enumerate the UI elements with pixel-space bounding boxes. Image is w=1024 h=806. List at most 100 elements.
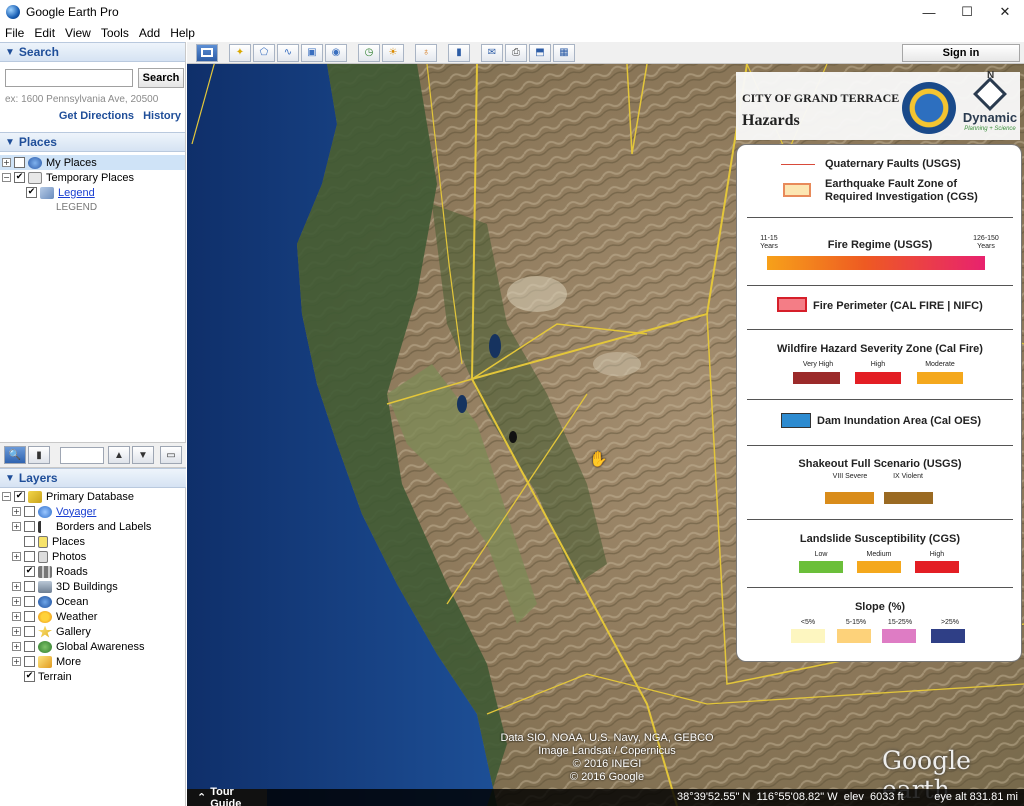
- voyager-link[interactable]: Voyager: [56, 506, 96, 518]
- menu-tools[interactable]: Tools: [96, 26, 134, 40]
- tour-guide-button[interactable]: ⌃ Tour Guide: [187, 786, 267, 806]
- checkbox[interactable]: [24, 656, 35, 667]
- expand-icon[interactable]: +: [12, 612, 21, 621]
- menu-file[interactable]: File: [0, 26, 29, 40]
- attribution-line: Data SIO, NOAA, U.S. Navy, NGA, GEBCO: [500, 732, 714, 744]
- expand-icon[interactable]: +: [12, 522, 21, 531]
- record-tour-button[interactable]: ◉: [325, 43, 347, 62]
- slope-label-1: <5%: [800, 619, 816, 626]
- get-directions-link[interactable]: Get Directions: [59, 110, 134, 122]
- expand-icon[interactable]: +: [12, 642, 21, 651]
- checkbox-checked[interactable]: ✔: [24, 671, 35, 682]
- search-button[interactable]: Search: [138, 68, 184, 88]
- tree-label: Photos: [52, 550, 87, 563]
- clock-icon: ◷: [364, 47, 374, 58]
- layer-borders-labels[interactable]: + Borders and Labels: [0, 519, 186, 534]
- folder-menu-button[interactable]: ▭: [160, 446, 182, 464]
- places-item-temporary-places[interactable]: − ✔ Temporary Places: [0, 170, 185, 185]
- expand-icon[interactable]: +: [12, 597, 21, 606]
- layer-global-awareness[interactable]: + Global Awareness: [0, 639, 186, 654]
- places-panel-header[interactable]: ▼ Places: [0, 132, 185, 152]
- layer-voyager[interactable]: + Voyager: [0, 504, 186, 519]
- save-image-button[interactable]: ⬒: [529, 43, 551, 62]
- add-image-overlay-button[interactable]: ▣: [301, 43, 323, 62]
- expand-icon[interactable]: +: [12, 552, 21, 561]
- checkbox[interactable]: [24, 536, 35, 547]
- tree-label: My Places: [46, 156, 97, 169]
- move-down-button[interactable]: ▼: [132, 446, 154, 464]
- sunlight-button[interactable]: ☀: [382, 43, 404, 62]
- checkbox[interactable]: [14, 157, 25, 168]
- checkbox[interactable]: [24, 626, 35, 637]
- add-placemark-button[interactable]: ✦: [229, 43, 251, 62]
- checkbox[interactable]: [24, 641, 35, 652]
- layers-panel-header[interactable]: ▼ Layers: [0, 468, 186, 488]
- expand-icon[interactable]: +: [12, 627, 21, 636]
- checkbox[interactable]: [24, 551, 35, 562]
- fire-regime-max: 126-150 Years: [973, 235, 999, 250]
- email-icon: ✉: [487, 47, 497, 58]
- legend-header: CITY OF GRAND TERRACE Hazards Dynamic Pl…: [736, 72, 1020, 140]
- layer-primary-database[interactable]: − ✔ Primary Database: [0, 489, 186, 504]
- layer-3d-buildings[interactable]: + 3D Buildings: [0, 579, 186, 594]
- checkbox-checked[interactable]: ✔: [14, 491, 25, 502]
- globe-icon: [38, 640, 52, 653]
- checkbox[interactable]: [24, 506, 35, 517]
- menu-edit[interactable]: Edit: [29, 26, 60, 40]
- layer-more[interactable]: + More: [0, 654, 186, 669]
- email-button[interactable]: ✉: [481, 43, 503, 62]
- ruler-button[interactable]: ▮: [448, 43, 470, 62]
- sign-in-button[interactable]: Sign in: [902, 44, 1020, 62]
- layer-photos[interactable]: + Photos: [0, 549, 186, 564]
- checkbox-checked[interactable]: ✔: [14, 172, 25, 183]
- menu-help[interactable]: Help: [165, 26, 200, 40]
- minimize-button[interactable]: —: [910, 0, 948, 24]
- search-places-button[interactable]: 🔍: [4, 446, 26, 464]
- historical-imagery-button[interactable]: ◷: [358, 43, 380, 62]
- checkbox-checked[interactable]: ✔: [26, 187, 37, 198]
- layer-weather[interactable]: + Weather: [0, 609, 186, 624]
- expand-icon[interactable]: +: [12, 657, 21, 666]
- checkbox[interactable]: [24, 581, 35, 592]
- sidebar-toggle-button[interactable]: [196, 43, 218, 62]
- layer-places[interactable]: Places: [0, 534, 186, 549]
- maximize-button[interactable]: ☐: [948, 0, 986, 24]
- layer-roads[interactable]: ✔ Roads: [0, 564, 186, 579]
- legend-link[interactable]: Legend: [58, 187, 95, 199]
- places-item-my-places[interactable]: + My Places: [0, 155, 185, 170]
- view-in-maps-button[interactable]: ▦: [553, 43, 575, 62]
- checkbox[interactable]: [24, 521, 35, 532]
- layer-ocean[interactable]: + Ocean: [0, 594, 186, 609]
- checkbox-checked[interactable]: ✔: [24, 566, 35, 577]
- add-polygon-button[interactable]: ⬠: [253, 43, 275, 62]
- menu-add[interactable]: Add: [134, 26, 165, 40]
- globe-folder-icon: [28, 156, 42, 169]
- layer-terrain[interactable]: ✔ Terrain: [0, 669, 186, 684]
- chevron-up-icon: ⌃: [197, 792, 207, 804]
- panel-toggle-button[interactable]: ▮: [28, 446, 50, 464]
- expand-icon[interactable]: +: [12, 582, 21, 591]
- print-button[interactable]: ⎙: [505, 43, 527, 62]
- slope-label-4: >25%: [940, 619, 960, 626]
- earth-map-view[interactable]: ✋ Data SIO, NOAA, U.S. Navy, NGA, GEBCO …: [187, 64, 1024, 806]
- places-item-legend[interactable]: ✔ Legend: [0, 185, 185, 200]
- search-input[interactable]: [5, 69, 133, 87]
- switch-planet-button[interactable]: ♁: [415, 43, 437, 62]
- move-up-button[interactable]: ▲: [108, 446, 130, 464]
- collapse-icon[interactable]: −: [2, 173, 11, 182]
- search-panel-header[interactable]: ▼ Search: [0, 42, 185, 62]
- checkbox[interactable]: [24, 611, 35, 622]
- close-button[interactable]: ✕: [986, 0, 1024, 24]
- slope-label-2: 5-15%: [845, 619, 867, 626]
- expand-icon[interactable]: +: [12, 507, 21, 516]
- checkbox[interactable]: [24, 596, 35, 607]
- places-filter-field[interactable]: [60, 446, 104, 464]
- collapse-icon[interactable]: −: [2, 492, 11, 501]
- layer-gallery[interactable]: + Gallery: [0, 624, 186, 639]
- landslide-swatch-high: [915, 561, 959, 573]
- add-path-button[interactable]: ∿: [277, 43, 299, 62]
- history-link[interactable]: History: [143, 110, 181, 122]
- menu-view[interactable]: View: [60, 26, 96, 40]
- expand-icon[interactable]: +: [2, 158, 11, 167]
- fire-perimeter-swatch: [777, 297, 807, 312]
